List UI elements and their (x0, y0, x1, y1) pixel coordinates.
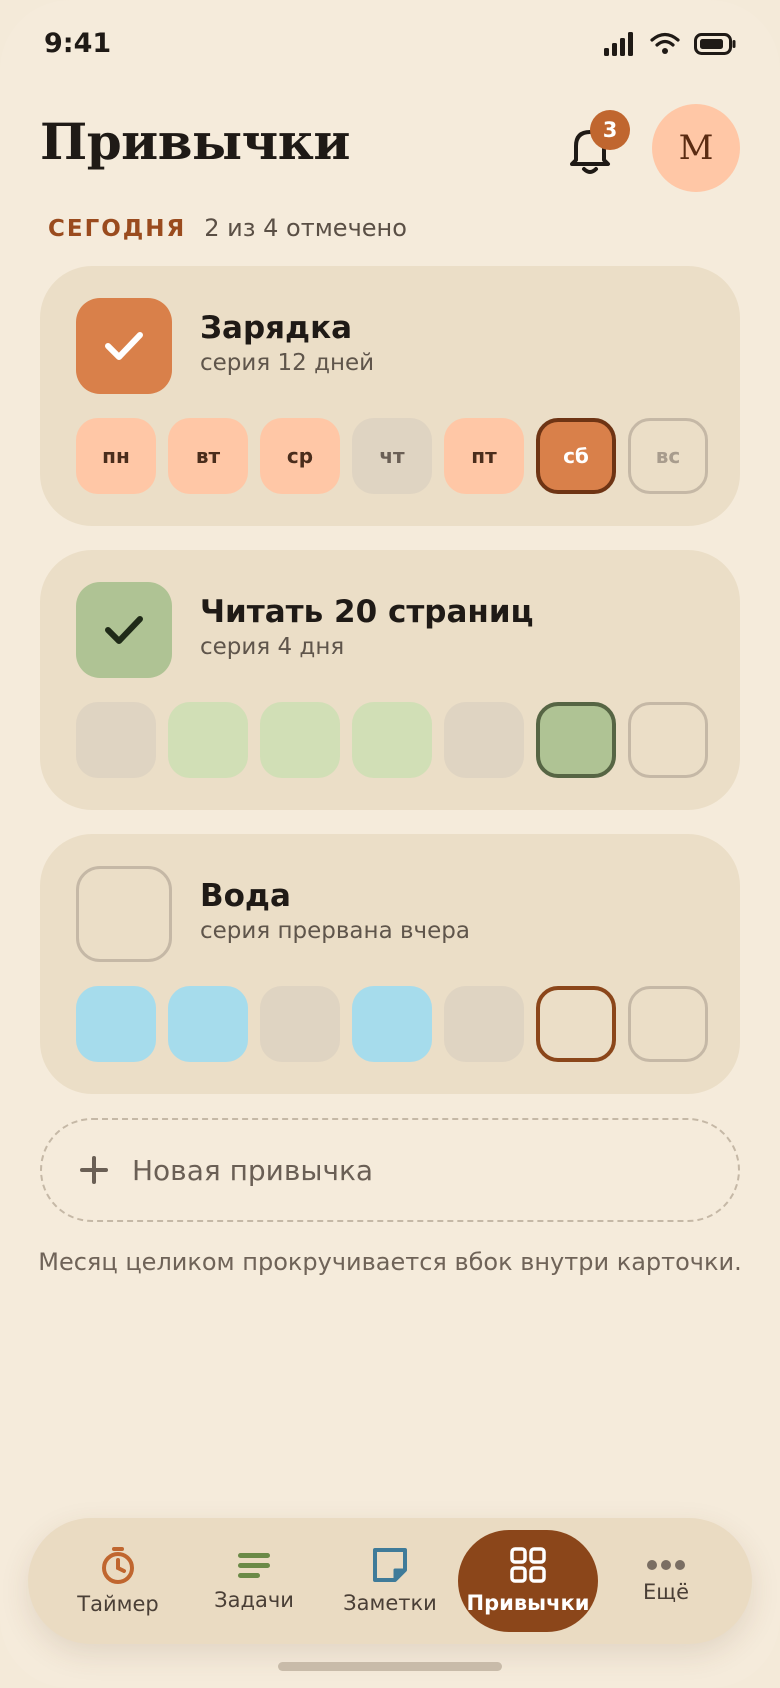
day-cell[interactable] (260, 986, 340, 1062)
tab-label: Таймер (77, 1592, 159, 1616)
day-cell-future[interactable] (628, 702, 708, 778)
signal-icon (604, 32, 633, 56)
day-cell[interactable] (76, 702, 156, 778)
tab-label: Привычки (466, 1591, 590, 1615)
new-habit-label: Новая привычка (132, 1153, 374, 1187)
day-cell[interactable]: ср (260, 418, 340, 494)
habits-grid-icon (510, 1547, 546, 1583)
day-cell[interactable]: чт (352, 418, 432, 494)
new-habit-button[interactable]: Новая привычка (40, 1118, 740, 1222)
notes-icon (373, 1548, 407, 1582)
check-icon (105, 616, 143, 644)
day-cell[interactable] (76, 986, 156, 1062)
habit-checkbox[interactable] (76, 582, 172, 678)
habit-week (76, 702, 708, 778)
day-cell[interactable]: вт (168, 418, 248, 494)
day-cell[interactable] (444, 702, 524, 778)
tasks-icon (238, 1553, 270, 1578)
day-cell[interactable]: пн (76, 418, 156, 494)
home-indicator[interactable] (278, 1662, 502, 1671)
tab-label: Заметки (343, 1591, 437, 1615)
notification-badge: 3 (590, 110, 630, 150)
day-cell-future[interactable]: вс (628, 418, 708, 494)
habit-checkbox[interactable] (76, 866, 172, 962)
day-cell[interactable] (444, 986, 524, 1062)
day-cell[interactable] (352, 986, 432, 1062)
battery-icon (694, 33, 736, 55)
wifi-icon (650, 32, 680, 54)
habit-week: пн вт ср чт пт сб вс (76, 418, 708, 494)
habit-streak: серия 4 дня (200, 634, 345, 660)
today-count: 2 из 4 отмечено (204, 214, 407, 242)
tab-more[interactable]: Ещё (596, 1530, 736, 1632)
habit-name: Вода (200, 878, 291, 914)
tab-label: Ещё (643, 1580, 689, 1604)
day-cell-today[interactable] (536, 702, 616, 778)
tab-tasks[interactable]: Задачи (184, 1530, 324, 1632)
day-cell[interactable] (168, 986, 248, 1062)
habit-checkbox[interactable] (76, 298, 172, 394)
today-summary: СЕГОДНЯ 2 из 4 отмечено (48, 214, 407, 242)
habit-card: Зарядка серия 12 дней пн вт ср чт пт сб … (40, 266, 740, 526)
day-cell[interactable] (260, 702, 340, 778)
habit-week (76, 986, 708, 1062)
status-time: 9:41 (44, 28, 112, 59)
habit-streak: серия 12 дней (200, 350, 375, 376)
habit-card: Читать 20 страниц серия 4 дня (40, 550, 740, 810)
more-dots-icon (647, 1560, 685, 1570)
avatar[interactable]: М (652, 104, 740, 192)
day-cell-today[interactable]: сб (536, 418, 616, 494)
today-label: СЕГОДНЯ (48, 216, 187, 242)
tab-timer[interactable]: Таймер (48, 1530, 188, 1632)
page-title: Привычки (40, 112, 350, 171)
day-cell-today[interactable] (536, 986, 616, 1062)
day-cell[interactable] (168, 702, 248, 778)
tab-notes[interactable]: Заметки (320, 1530, 460, 1632)
day-cell[interactable] (352, 702, 432, 778)
app-screen: 9:41 Привычки 3 М СЕГОДНЯ 2 из 4 отмечен… (0, 0, 780, 1688)
tab-label: Задачи (214, 1588, 294, 1612)
day-cell-future[interactable] (628, 986, 708, 1062)
day-cell[interactable]: пт (444, 418, 524, 494)
check-icon (105, 332, 143, 360)
habit-name: Читать 20 страниц (200, 594, 534, 630)
tab-bar: Таймер Задачи Заметки Привычки Ещё (28, 1518, 752, 1644)
hint-text: Месяц целиком прокручивается вбок внутри… (38, 1248, 742, 1276)
timer-icon (102, 1547, 134, 1584)
status-icons (604, 32, 736, 56)
plus-icon (80, 1156, 108, 1184)
habit-streak: серия прервана вчера (200, 918, 470, 944)
tab-habits[interactable]: Привычки (458, 1530, 598, 1632)
habit-card: Вода серия прервана вчера (40, 834, 740, 1094)
habit-name: Зарядка (200, 310, 353, 346)
